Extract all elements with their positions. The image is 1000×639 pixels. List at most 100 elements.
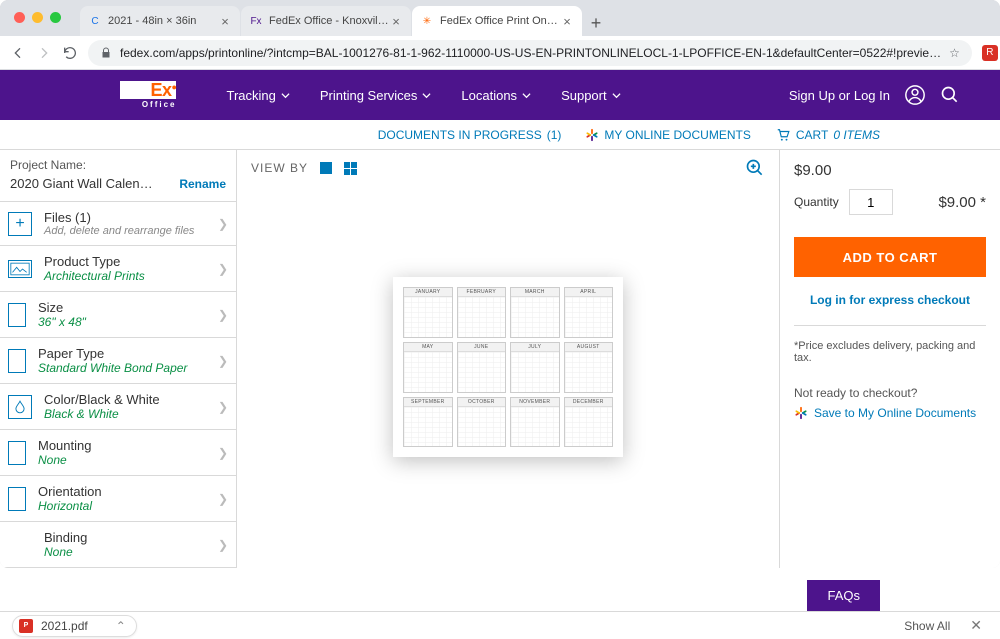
- month-label: SEPTEMBER: [404, 398, 452, 407]
- tab-title: 2021 - 48in × 36in: [108, 15, 218, 27]
- calendar-month: DECEMBER: [564, 397, 614, 448]
- label: Support: [561, 88, 607, 103]
- tab-title: FedEx Office - Knoxville Tenne…: [269, 15, 389, 27]
- calendar-month: MARCH: [510, 287, 560, 338]
- quantity-input[interactable]: [849, 189, 893, 215]
- logo-text: Ex: [151, 81, 172, 99]
- save-to-documents-link[interactable]: Save to My Online Documents: [794, 406, 986, 420]
- count-badge: (1): [547, 128, 562, 142]
- back-icon[interactable]: [10, 45, 26, 61]
- chevron-down-icon: [522, 91, 531, 100]
- option-title: Orientation: [38, 484, 206, 499]
- option-title: Product Type: [44, 254, 206, 269]
- main-menu: Tracking Printing Services Locations Suppor…: [226, 88, 620, 103]
- calendar-month: NOVEMBER: [510, 397, 560, 448]
- label: MY ONLINE DOCUMENTS: [604, 128, 750, 142]
- month-label: NOVEMBER: [511, 398, 559, 407]
- chevron-right-icon: ❯: [218, 538, 228, 552]
- option-row[interactable]: Size36" x 48"❯: [0, 291, 236, 337]
- menu-item[interactable]: Support: [561, 88, 621, 103]
- calendar-month: APRIL: [564, 287, 614, 338]
- browser-tab[interactable]: ✳FedEx Office Print Online×: [412, 6, 582, 36]
- option-value: None: [38, 453, 206, 467]
- preview-panel: VIEW BY JANUARY FEBRUARY MARCH APRIL MAYJUNE…: [236, 150, 780, 568]
- cart-count: 0 ITEMS: [833, 128, 880, 142]
- close-tab-icon[interactable]: ×: [218, 14, 232, 28]
- month-label: OCTOBER: [458, 398, 506, 407]
- option-value: Standard White Bond Paper: [38, 361, 206, 375]
- utility-bar: DOCUMENTS IN PROGRESS (1) MY ONLINE DOCU…: [0, 120, 1000, 150]
- chevron-down-icon: [281, 91, 290, 100]
- browser-toolbar: fedex.com/apps/printonline/?intcmp=BAL-1…: [0, 36, 1000, 70]
- option-value: Black & White: [44, 407, 206, 421]
- rename-button[interactable]: Rename: [179, 177, 226, 191]
- main-content: Project Name: 2020 Giant Wall Calen… Ren…: [0, 150, 1000, 568]
- browser-tab[interactable]: C 2021 - 48in × 36in×: [80, 6, 240, 36]
- cart-link[interactable]: CART 0 ITEMS: [775, 128, 880, 142]
- address-bar[interactable]: fedex.com/apps/printonline/?intcmp=BAL-1…: [88, 40, 972, 66]
- new-tab-button[interactable]: +: [583, 10, 609, 36]
- document-preview[interactable]: JANUARY FEBRUARY MARCH APRIL MAYJUNE JULY AUGU…: [393, 277, 623, 457]
- option-row[interactable]: Color/Black & WhiteBlack & White❯: [0, 383, 236, 429]
- reload-icon[interactable]: [62, 45, 78, 61]
- mac-window-controls[interactable]: [14, 12, 61, 23]
- logo-subtext: Office: [120, 101, 176, 109]
- mac-min-dot[interactable]: [32, 12, 43, 23]
- page-portrait-icon: [8, 487, 26, 511]
- star-icon[interactable]: ☆: [949, 46, 960, 60]
- calendar-month: MAY: [403, 342, 453, 393]
- option-row[interactable]: Paper TypeStandard White Bond Paper❯: [0, 337, 236, 383]
- month-label: JULY: [511, 343, 559, 352]
- view-grid-icon[interactable]: [344, 162, 357, 175]
- signin-link[interactable]: Sign Up or Log In: [789, 88, 890, 103]
- fedex-logo[interactable]: FedEx● Office: [120, 81, 176, 109]
- zoom-in-icon[interactable]: [745, 158, 765, 178]
- tab-title: FedEx Office Print Online: [440, 15, 560, 27]
- options-panel: Project Name: 2020 Giant Wall Calen… Ren…: [0, 150, 236, 568]
- month-label: AUGUST: [565, 343, 613, 352]
- option-row[interactable]: OrientationHorizontal❯: [0, 475, 236, 521]
- not-ready-label: Not ready to checkout?: [794, 386, 986, 400]
- ink-drop-icon: [8, 395, 32, 419]
- option-title: Size: [38, 300, 206, 315]
- option-row[interactable]: Product TypeArchitectural Prints❯: [0, 245, 236, 291]
- menu-item[interactable]: Locations: [461, 88, 531, 103]
- view-single-icon[interactable]: [320, 162, 332, 174]
- month-label: JANUARY: [404, 288, 452, 297]
- option-value: Architectural Prints: [44, 269, 206, 283]
- user-icon[interactable]: [904, 84, 926, 106]
- calendar-month: JUNE: [457, 342, 507, 393]
- chevron-down-icon: [422, 91, 431, 100]
- option-row[interactable]: +Files (1)Add, delete and rearrange file…: [0, 201, 236, 245]
- unit-price: $9.00: [794, 162, 986, 179]
- month-label: FEBRUARY: [458, 288, 506, 297]
- browser-tab[interactable]: FxFedEx Office - Knoxville Tenne…×: [241, 6, 411, 36]
- my-online-documents-link[interactable]: MY ONLINE DOCUMENTS: [585, 128, 750, 142]
- ext-icon[interactable]: R: [982, 45, 998, 61]
- project-name-value: 2020 Giant Wall Calen…: [10, 176, 153, 191]
- express-checkout-link[interactable]: Log in for express checkout: [794, 293, 986, 307]
- month-label: MARCH: [511, 288, 559, 297]
- chevron-right-icon: ❯: [218, 354, 228, 368]
- menu-item[interactable]: Tracking: [226, 88, 289, 103]
- calendar-grid: JANUARY FEBRUARY MARCH APRIL MAYJUNE JULY AUGU…: [403, 287, 613, 447]
- option-title: Files (1): [44, 210, 206, 225]
- favicon-icon: C: [88, 14, 102, 28]
- mac-close-dot[interactable]: [14, 12, 25, 23]
- option-row[interactable]: MountingNone❯: [0, 429, 236, 475]
- add-to-cart-button[interactable]: ADD TO CART: [794, 237, 986, 277]
- label: Locations: [461, 88, 517, 103]
- page-portrait-icon: [8, 441, 26, 465]
- mac-max-dot[interactable]: [50, 12, 61, 23]
- chevron-right-icon: ❯: [218, 446, 228, 460]
- close-tab-icon[interactable]: ×: [389, 14, 403, 28]
- docs-in-progress-link[interactable]: DOCUMENTS IN PROGRESS (1): [378, 128, 562, 142]
- label: Printing Services: [320, 88, 418, 103]
- close-tab-icon[interactable]: ×: [560, 14, 574, 28]
- option-row[interactable]: BindingNone❯: [0, 521, 236, 568]
- viewby-label: VIEW BY: [251, 161, 308, 175]
- menu-item[interactable]: Printing Services: [320, 88, 432, 103]
- total-price: $9.00 *: [938, 194, 986, 211]
- search-icon[interactable]: [940, 85, 960, 105]
- option-value: None: [44, 545, 206, 559]
